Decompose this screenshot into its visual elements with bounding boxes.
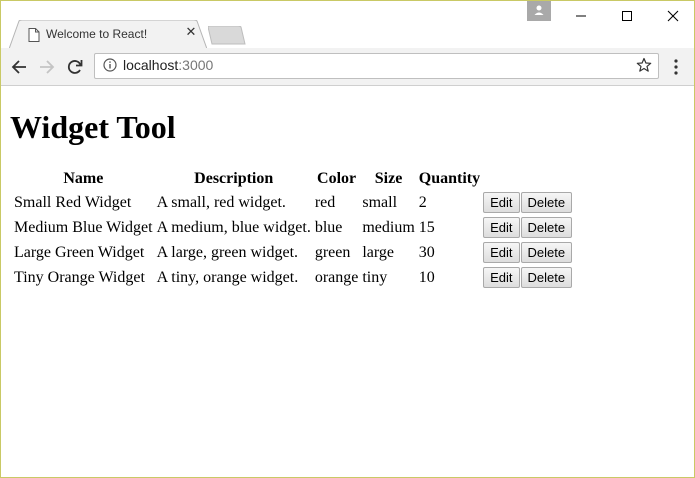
cell-size: large [362,243,395,261]
reload-icon[interactable] [65,57,85,77]
column-header-color: Color [317,169,357,187]
column-header-quantity: Quantity [418,169,481,187]
column-header-actions [483,168,581,189]
table-row: Small Red Widget A small, red widget. re… [13,191,581,214]
cell-size: medium [362,218,415,236]
table-row: Tiny Orange Widget A tiny, orange widget… [13,266,581,289]
cell-color: green [314,243,351,261]
profile-icon [534,5,544,15]
cell-actions: Edit Delete [483,241,581,264]
minimize-button[interactable] [558,1,604,31]
delete-button[interactable]: Delete [520,192,573,213]
cell-name: Small Red Widget [14,193,132,211]
browser-toolbar: localhost:3000 [1,48,694,86]
edit-button[interactable]: Edit [483,217,520,238]
back-arrow-icon[interactable] [9,57,29,77]
star-icon[interactable] [636,57,652,73]
browser-window: Welcome to React! ✕ localhost:3000 Widge… [0,0,695,478]
cell-quantity: 10 [418,268,435,286]
cell-size: small [362,193,398,211]
widget-table: Name Description Color Size Quantity Sma… [11,166,583,291]
cell-quantity: 30 [418,243,435,261]
column-header-name: Name [63,169,104,187]
table-header-row: Name Description Color Size Quantity [13,168,581,189]
tab-title: Welcome to React! [46,27,148,41]
cell-color: red [314,193,336,211]
cell-quantity: 2 [418,193,427,211]
delete-button[interactable]: Delete [520,242,573,263]
column-header-size: Size [374,169,403,187]
cell-description: A large, green widget. [156,243,299,261]
new-tab-button[interactable] [208,26,246,45]
address-bar[interactable]: localhost:3000 [94,53,659,79]
cell-name: Medium Blue Widget [14,218,153,236]
tab-welcome[interactable]: Welcome to React! ✕ [9,20,207,49]
table-row: Large Green Widget A large, green widget… [13,241,581,264]
column-header-description: Description [194,169,274,187]
cell-name: Large Green Widget [14,243,145,261]
delete-button[interactable]: Delete [520,217,573,238]
page-content: Widget Tool Name Description Color Size … [1,86,694,477]
cell-name: Tiny Orange Widget [14,268,145,286]
cell-description: A medium, blue widget. [156,218,311,236]
edit-button[interactable]: Edit [483,192,520,213]
title-bar: Welcome to React! ✕ [1,1,694,49]
cell-description: A tiny, orange widget. [156,268,299,286]
url-text[interactable]: localhost:3000 [123,57,213,74]
delete-button[interactable]: Delete [520,267,573,288]
profile-button[interactable] [527,1,551,21]
minimize-icon [576,15,586,17]
table-row: Medium Blue Widget A medium, blue widget… [13,216,581,239]
url-port: :3000 [178,57,214,73]
maximize-button[interactable] [604,1,650,31]
close-window-icon [667,10,679,22]
cell-color: orange [314,268,359,286]
url-host: localhost [123,57,179,73]
maximize-icon [622,11,632,21]
page-title: Widget Tool [10,109,176,145]
close-window-button[interactable] [650,1,694,31]
edit-button[interactable]: Edit [483,267,520,288]
info-icon[interactable] [103,58,117,72]
cell-actions: Edit Delete [483,266,581,289]
cell-quantity: 15 [418,218,435,236]
menu-dots-icon[interactable] [668,58,684,76]
cell-actions: Edit Delete [483,216,581,239]
cell-actions: Edit Delete [483,191,581,214]
cell-description: A small, red widget. [156,193,286,211]
cell-color: blue [314,218,343,236]
close-icon[interactable]: ✕ [184,26,198,40]
edit-button[interactable]: Edit [483,242,520,263]
forward-arrow-icon[interactable] [37,57,57,77]
page-icon [28,28,40,42]
cell-size: tiny [362,268,388,286]
